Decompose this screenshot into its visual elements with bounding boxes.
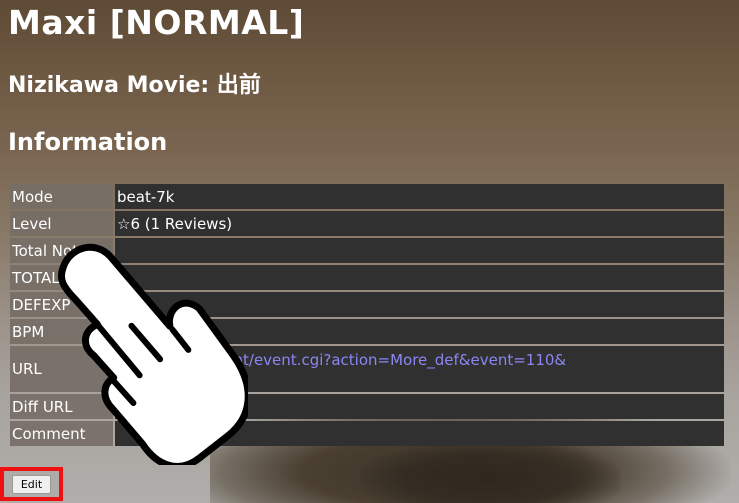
info-row-bpm: BPM bbox=[10, 319, 724, 344]
info-key: Comment bbox=[10, 421, 113, 446]
info-value bbox=[115, 238, 724, 263]
info-row-level: Level ☆6 (1 Reviews) bbox=[10, 211, 724, 236]
info-value bbox=[115, 394, 724, 419]
info-key: Level bbox=[10, 211, 113, 236]
information-table: Mode beat-7k Level ☆6 (1 Reviews) Total … bbox=[8, 182, 726, 448]
info-key: Mode bbox=[10, 184, 113, 209]
info-value: .nothing.sh/event/event.cgi?action=More_… bbox=[115, 346, 724, 392]
info-value bbox=[115, 292, 724, 317]
info-row-diff-url: Diff URL bbox=[10, 394, 724, 419]
event-url-link[interactable]: .nothing.sh/event/event.cgi?action=More_… bbox=[117, 351, 566, 369]
info-value: ☆6 (1 Reviews) bbox=[115, 211, 724, 236]
info-value: beat-7k bbox=[115, 184, 724, 209]
info-row-url: URL .nothing.sh/event/event.cgi?action=M… bbox=[10, 346, 724, 392]
info-key: URL bbox=[10, 346, 113, 392]
info-key: Total Notes bbox=[10, 238, 113, 263]
info-key: BPM bbox=[10, 319, 113, 344]
info-value bbox=[115, 319, 724, 344]
song-subtitle: Nizikawa Movie: 出前 bbox=[8, 73, 261, 98]
info-row-comment: Comment bbox=[10, 421, 724, 446]
info-value bbox=[115, 421, 724, 446]
info-key: DEFEXP bbox=[10, 292, 113, 317]
info-row-total: TOTAL bbox=[10, 265, 724, 290]
info-key: Diff URL bbox=[10, 394, 113, 419]
info-row-defexp: DEFEXP bbox=[10, 292, 724, 317]
info-row-total-notes: Total Notes bbox=[10, 238, 724, 263]
info-row-mode: Mode beat-7k bbox=[10, 184, 724, 209]
edit-button[interactable]: Edit bbox=[12, 475, 51, 494]
info-value bbox=[115, 265, 724, 290]
background-tree-shadow bbox=[360, 440, 620, 503]
edit-highlight-box: Edit bbox=[0, 467, 63, 501]
page-title: Maxi [NORMAL] bbox=[8, 3, 305, 42]
info-key: TOTAL bbox=[10, 265, 113, 290]
information-heading: Information bbox=[8, 128, 168, 156]
